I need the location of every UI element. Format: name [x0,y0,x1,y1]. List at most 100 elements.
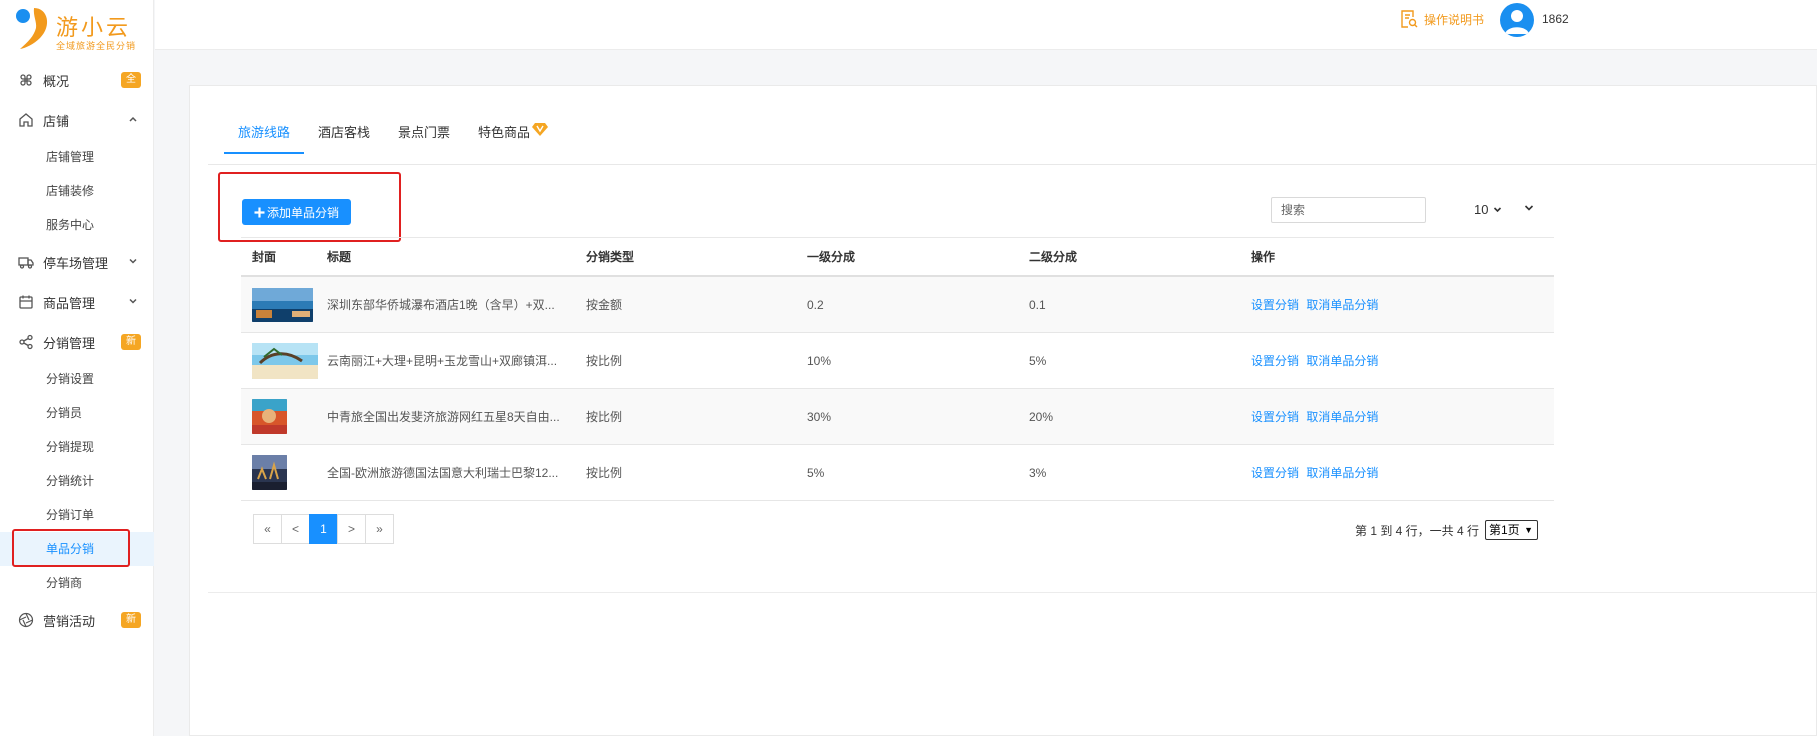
sidebar-item-label: 商品管理 [43,295,96,311]
column-header[interactable]: 分销类型 [586,248,807,265]
ops-cell: 设置分销 取消单品分销 [1251,408,1551,425]
document-search-icon [1401,10,1418,28]
add-button-label: 添加单品分销 [266,205,339,220]
column-header: 操作 [1251,250,1276,264]
chevron-down-icon [127,295,139,307]
sidebar-subitem-distributors[interactable]: 分销员 [0,396,154,430]
sidebar-item-overview[interactable]: 概况 全 [0,60,154,100]
vip-diamond-icon [532,123,549,136]
tab-travel-routes[interactable]: 旅游线路 [224,114,305,154]
cancel-distribution-link[interactable]: 取消单品分销 [1306,466,1378,480]
page-jump-value: 第1页 [1489,523,1520,537]
sidebar-item-marketing[interactable]: 营销活动 新 [0,600,154,640]
sidebar-subitem-dealers[interactable]: 分销商 [0,566,154,600]
user-name[interactable]: 1862 [1542,12,1569,26]
aperture-icon [18,612,34,628]
avatar[interactable] [1500,3,1534,37]
cover-image[interactable] [252,287,313,322]
tab-tickets[interactable]: 景点门票 [384,114,464,154]
manual-link[interactable]: 操作说明书 [1399,9,1484,29]
cover-image[interactable] [252,342,318,379]
tab-specialty-goods[interactable]: 特色商品 [464,114,549,154]
table-row: 深圳东部华侨城瀑布酒店1晚（含早）+双... 按金额 0.2 0.1 设置分销 … [241,277,1554,333]
sidebar-item-label: 概况 [43,73,70,89]
distribution-type: 按金额 [586,298,623,312]
cover-image[interactable] [252,455,287,490]
sidebar-nav: 概况 全 店铺 店铺管理 店铺装修 服务中心 停车场管理 商品管理 分销管理 新… [0,60,154,640]
last-page-button[interactable]: » [365,514,394,544]
sidebar-item-label: 营销活动 [43,613,96,629]
set-distribution-link[interactable]: 设置分销 [1251,354,1299,368]
top-header: 操作说明书 1862 [155,0,1817,50]
command-icon [18,72,34,88]
distribution-type: 按比例 [586,354,623,368]
pagination: « < 1 > » [253,514,394,544]
sidebar-subitem-service-center[interactable]: 服务中心 [0,208,154,242]
sidebar-item-label: 停车场管理 [43,255,109,271]
cover-cell [241,287,327,322]
sidebar-item-goods[interactable]: 商品管理 [0,282,154,322]
set-distribution-link[interactable]: 设置分销 [1251,466,1299,480]
cancel-distribution-link[interactable]: 取消单品分销 [1306,410,1378,424]
set-distribution-link[interactable]: 设置分销 [1251,298,1299,312]
cancel-distribution-link[interactable]: 取消单品分销 [1306,298,1378,312]
distribution-type: 按比例 [586,466,623,480]
column-header[interactable]: 封面 [241,248,327,265]
column-header[interactable]: 标题 [327,248,586,265]
cover-image[interactable] [252,399,287,434]
category-tabs: 旅游线路 酒店客栈 景点门票 特色商品 [224,114,549,154]
triangle-down-icon: ▼ [1524,525,1533,535]
share-icon [18,334,34,350]
level2-share: 0.1 [1029,297,1046,312]
cancel-distribution-link[interactable]: 取消单品分销 [1306,354,1378,368]
chevron-up-icon [127,113,139,125]
product-title: 中青旅全国出发斐济旅游网红五星8天自由... [327,410,560,424]
sidebar-subitem-shop-decorate[interactable]: 店铺装修 [0,174,154,208]
ops-cell: 设置分销 取消单品分销 [1251,352,1551,369]
sidebar-subitem-single-product[interactable]: 单品分销 [0,529,154,567]
set-distribution-link[interactable]: 设置分销 [1251,410,1299,424]
user-icon [1505,10,1529,34]
sidebar-subitem-shop-manage[interactable]: 店铺管理 [0,140,154,174]
level2-share: 5% [1029,353,1047,368]
sidebar-item-distribution[interactable]: 分销管理 新 [0,322,154,362]
tab-hotels[interactable]: 酒店客栈 [304,114,384,154]
manual-label: 操作说明书 [1424,12,1485,27]
ops-cell: 设置分销 取消单品分销 [1251,296,1551,313]
plus-icon [254,207,265,217]
sidebar-item-parking[interactable]: 停车场管理 [0,242,154,282]
calendar-icon [18,294,34,310]
tab-label: 特色商品 [478,125,531,140]
page-size-value: 10 [1474,202,1489,217]
column-header[interactable]: 一级分成 [807,248,1029,265]
chevron-down-icon [1494,207,1502,213]
sidebar-item-shop[interactable]: 店铺 [0,100,154,140]
search-input[interactable] [1271,197,1426,223]
sidebar-subitem-statistics[interactable]: 分销统计 [0,464,154,498]
table-header: 封面 标题 分销类型 一级分成 二级分成 操作 [241,237,1554,277]
next-page-button[interactable]: > [337,514,366,544]
first-page-button[interactable]: « [253,514,282,544]
ops-cell: 设置分销 取消单品分销 [1251,464,1551,481]
sidebar-subitem-withdraw[interactable]: 分销提现 [0,430,154,464]
page-button-current[interactable]: 1 [309,514,338,544]
logo-subtitle: 全域旅游全民分销 [56,41,137,51]
sidebar-subitem-orders[interactable]: 分销订单 [0,498,154,532]
page-size-select[interactable]: 10 [1474,202,1502,217]
cover-cell [241,399,327,434]
level2-share: 20% [1029,409,1054,424]
sidebar-subitem-distribution-settings[interactable]: 分销设置 [0,362,154,396]
table-row: 全国-欧洲旅游德国法国意大利瑞士巴黎12... 按比例 5% 3% 设置分销 取… [241,445,1554,501]
column-header[interactable]: 二级分成 [1029,248,1251,265]
chevron-down-icon[interactable] [1524,203,1534,213]
prev-page-button[interactable]: < [281,514,310,544]
add-single-product-button[interactable]: 添加单品分销 [242,199,351,225]
distribution-table: 封面 标题 分销类型 一级分成 二级分成 操作 深圳东部华侨城瀑布酒店1晚（含早… [241,237,1554,501]
sidebar: 游小云 全域旅游全民分销 概况 全 店铺 店铺管理 店铺装修 服务中心 停车场管… [0,0,154,736]
distribution-type: 按比例 [586,410,623,424]
level1-share: 30% [807,409,832,424]
page-jump-select[interactable]: 第1页 ▼ [1485,520,1538,540]
logo[interactable]: 游小云 全域旅游全民分销 [14,6,154,54]
product-title: 全国-欧洲旅游德国法国意大利瑞士巴黎12... [327,466,559,480]
level2-share: 3% [1029,465,1047,480]
